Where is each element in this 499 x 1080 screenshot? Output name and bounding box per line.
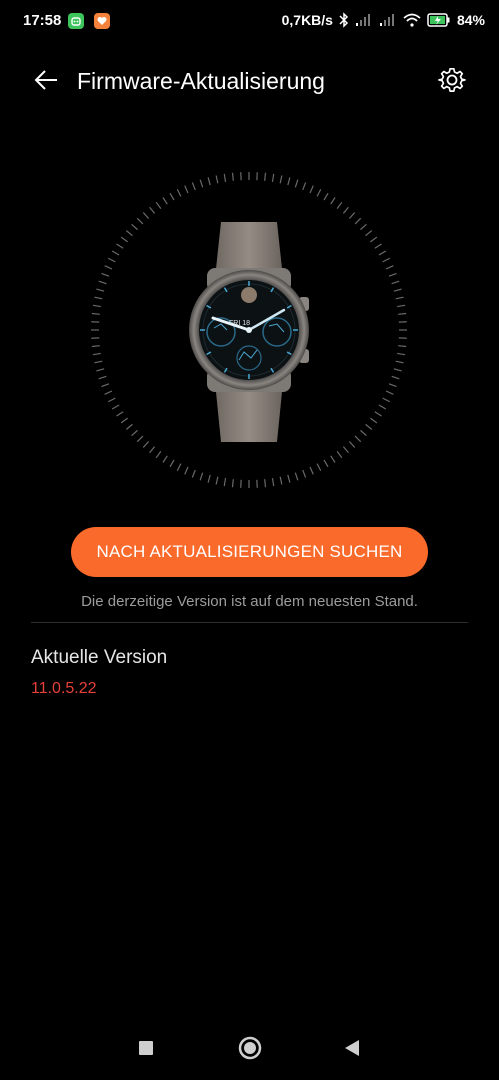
app-notification-green-icon bbox=[68, 13, 84, 29]
battery-percent: 84% bbox=[456, 12, 485, 28]
wifi-icon bbox=[403, 13, 421, 27]
recents-square-icon bbox=[138, 1040, 154, 1061]
signal-icon bbox=[355, 13, 373, 27]
back-button[interactable] bbox=[28, 64, 64, 100]
watch-face-date: FRI 18 bbox=[229, 320, 250, 327]
battery-charging-icon bbox=[427, 13, 451, 27]
arrow-left-icon bbox=[32, 66, 60, 99]
version-value: 11.0.5.22 bbox=[31, 680, 97, 697]
back-triangle-icon bbox=[344, 1039, 360, 1062]
status-message: Die derzeitige Version ist auf dem neues… bbox=[81, 593, 418, 610]
page-title: Firmware-Aktualisierung bbox=[77, 68, 325, 94]
home-button[interactable] bbox=[236, 1036, 264, 1064]
network-speed: 0,7KB/s bbox=[281, 12, 333, 28]
gear-icon bbox=[438, 66, 466, 99]
divider bbox=[31, 622, 468, 623]
version-label: Aktuelle Version bbox=[31, 647, 168, 668]
watch-illustration: FRI 18 bbox=[79, 160, 419, 500]
home-circle-icon bbox=[237, 1035, 263, 1066]
bluetooth-icon bbox=[339, 12, 349, 28]
status-bar: 17:58 0,7KB/s 84% bbox=[0, 0, 499, 44]
system-nav-bar bbox=[0, 1020, 499, 1080]
app-notification-orange-icon bbox=[94, 13, 110, 29]
status-indicators: 0,7KB/s 84% bbox=[282, 12, 485, 28]
status-time: 17:58 bbox=[23, 12, 62, 29]
signal-icon bbox=[379, 13, 397, 27]
recents-button[interactable] bbox=[132, 1036, 160, 1064]
check-updates-button[interactable]: NACH AKTUALISIERUNGEN SUCHEN bbox=[71, 527, 428, 577]
app-bar: Firmware-Aktualisierung bbox=[0, 56, 499, 108]
settings-button[interactable] bbox=[435, 65, 469, 99]
back-nav-button[interactable] bbox=[338, 1036, 366, 1064]
